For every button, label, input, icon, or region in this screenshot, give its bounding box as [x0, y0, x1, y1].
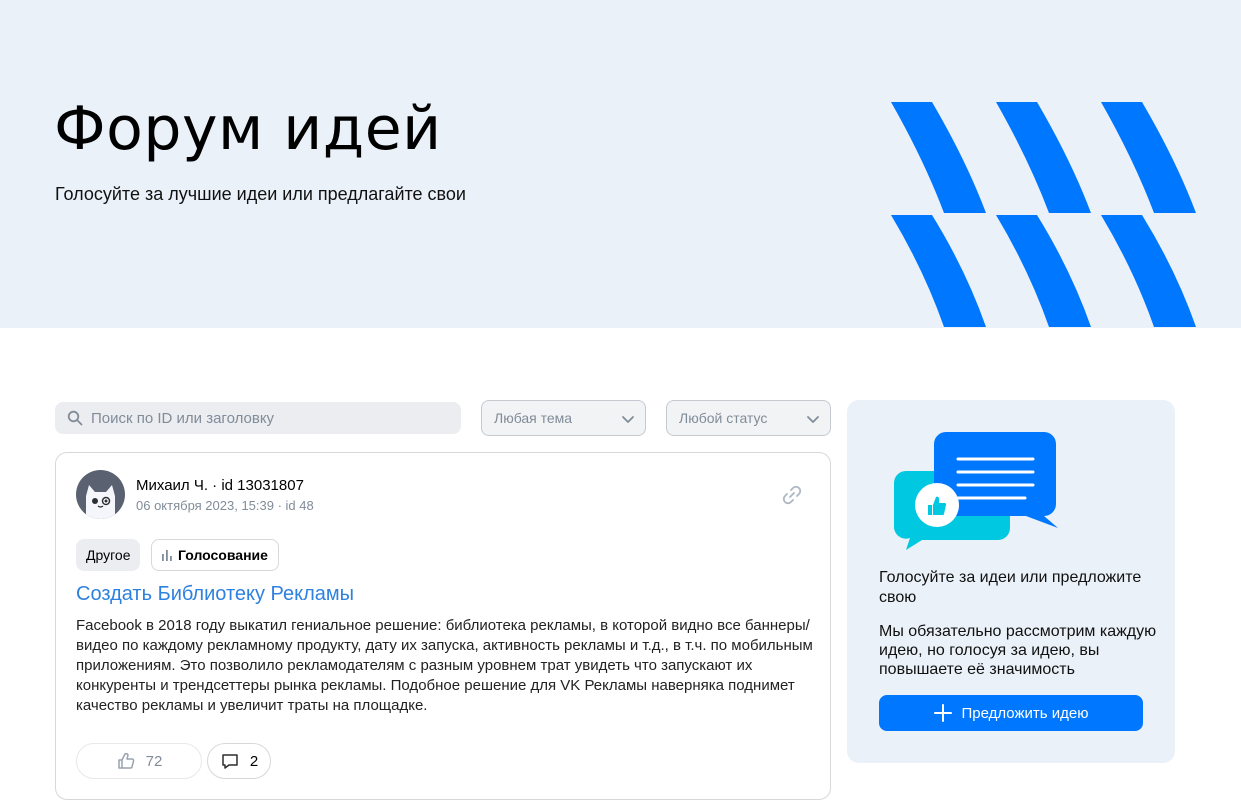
tag-label: Голосование — [178, 547, 268, 563]
comment-button[interactable]: 2 — [207, 743, 271, 779]
suggest-panel: Голосуйте за идеи или предложите свою Мы… — [847, 400, 1175, 763]
like-button[interactable]: 72 — [76, 743, 202, 779]
page-subtitle: Голосуйте за лучшие идеи или предлагайте… — [55, 184, 466, 204]
status-select-value: Любой статус — [679, 410, 768, 426]
panel-heading: Голосуйте за идеи или предложите свою — [879, 569, 1142, 606]
page-title: Форум идей — [54, 94, 442, 164]
thumbs-up-icon — [117, 752, 134, 769]
topic-select[interactable]: Любая тема — [481, 400, 646, 436]
search-box[interactable] — [55, 402, 461, 434]
suggest-idea-label: Предложить идею — [961, 704, 1089, 722]
idea-body: Facebook в 2018 году выкатил гениальное … — [76, 617, 813, 714]
tag-label: Другое — [86, 547, 131, 563]
hero-banner: Форум идей Голосуйте за лучшие идеи или … — [0, 0, 1241, 328]
plus-icon — [933, 704, 952, 722]
cat-avatar-icon — [86, 485, 115, 519]
comment-count: 2 — [249, 752, 259, 770]
chevron-down-icon — [807, 416, 819, 423]
search-input[interactable] — [91, 409, 451, 427]
bar-chart-icon — [162, 550, 172, 561]
chevron-down-icon — [622, 416, 634, 423]
avatar[interactable] — [76, 470, 125, 519]
chat-bubbles-icon — [893, 432, 1058, 550]
tag-category[interactable]: Другое — [76, 539, 141, 571]
idea-card: Михаил Ч. · id 13031807 06 октября 2023,… — [55, 452, 831, 800]
search-icon — [67, 410, 83, 426]
topic-select-value: Любая тема — [494, 410, 573, 426]
idea-title[interactable]: Создать Библиотеку Рекламы — [76, 583, 354, 606]
link-icon[interactable] — [780, 483, 804, 507]
panel-text: Мы обязательно рассмотрим каждую идею, н… — [879, 623, 1157, 678]
comment-icon — [222, 754, 238, 769]
author-name[interactable]: Михаил Ч. · id 13031807 — [136, 477, 304, 494]
brand-pattern-icon — [891, 102, 1196, 327]
like-count: 72 — [145, 752, 163, 770]
post-meta: 06 октября 2023, 15:39 · id 48 — [136, 498, 314, 513]
status-select[interactable]: Любой статус — [666, 400, 831, 436]
tag-status[interactable]: Голосование — [151, 539, 279, 571]
suggest-idea-button[interactable]: Предложить идею — [879, 695, 1143, 731]
